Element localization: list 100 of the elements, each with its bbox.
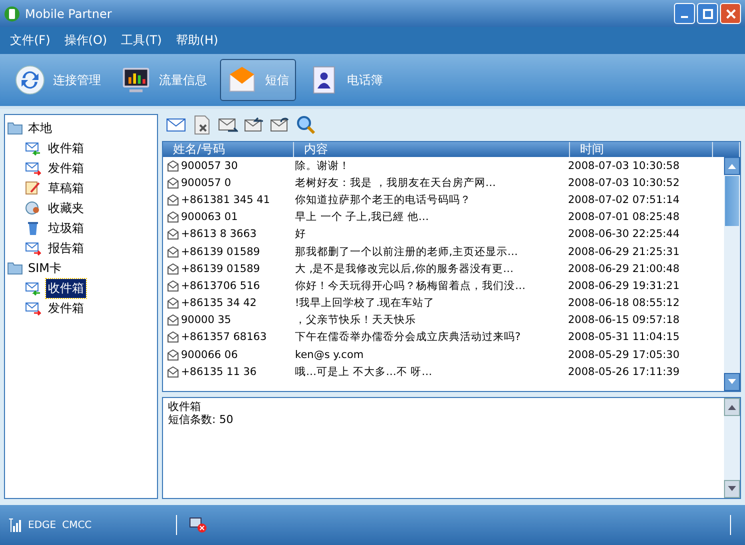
opened-envelope-icon [167, 348, 179, 361]
close-button[interactable] [720, 3, 741, 24]
sender-number: +86135 11 36 [181, 366, 257, 378]
search-icon[interactable] [296, 115, 316, 135]
minimize-button[interactable] [674, 3, 695, 24]
message-time: 2008-06-18 08:55:12 [567, 297, 681, 310]
scroll-down-icon[interactable] [728, 379, 736, 385]
sender-number: 90000 35 [181, 314, 232, 326]
opened-envelope-icon [167, 297, 179, 310]
message-preview: 好 [294, 227, 307, 242]
message-time: 2008-07-03 10:30:52 [567, 176, 681, 189]
message-row[interactable]: +8613 8 3663 好 2008-06-30 22:25:44 [163, 226, 724, 243]
sender-number: +8613 8 3663 [181, 228, 257, 240]
message-preview: 老树好友：我是 ，我朋友在天台房产网… [294, 176, 497, 190]
message-row[interactable]: +8613706 516 你好！今天玩得开心吗？杨梅留着点，我们没… 2008-06-29 19:31:21 [163, 277, 724, 294]
sender-number: +861381 345 41 [181, 194, 270, 206]
tree-item[interactable]: 报告箱 [46, 238, 86, 258]
envelope-in-icon [25, 140, 41, 156]
message-time: 2008-05-26 17:11:39 [567, 366, 681, 378]
operator-name: CMCC [62, 520, 92, 530]
minimize-icon [681, 16, 688, 18]
message-preview: 早上 一个 子上,我已經 他… [294, 210, 430, 224]
column-header[interactable]: 姓名/号码 [163, 142, 294, 157]
message-time: 2008-07-02 07:51:14 [567, 194, 681, 206]
message-row[interactable]: 900066 06 ken@s y.com 2008-05-29 17:05:30 [163, 346, 724, 364]
envelope-out-icon [25, 160, 41, 176]
message-row[interactable]: +86139 01589 那我都删了一个以前注册的老师,主页还显示… 2008-06-29 21:25:31 [163, 242, 724, 260]
tree-item[interactable]: 发件箱 [46, 158, 86, 178]
sender-number: +86135 34 42 [181, 297, 257, 310]
message-time: 2008-06-29 21:00:48 [567, 262, 681, 275]
menu-item[interactable]: 帮助(H) [176, 32, 218, 49]
opened-envelope-icon [167, 194, 179, 206]
phone-icon [4, 6, 20, 22]
message-time: 2008-07-03 10:30:58 [567, 160, 681, 172]
message-time: 2008-06-29 19:31:21 [567, 280, 681, 292]
message-time: 2008-05-29 17:05:30 [567, 348, 681, 361]
menu-item[interactable]: 操作(O) [64, 32, 108, 49]
scroll-thumb[interactable] [725, 176, 739, 226]
trash-icon [25, 220, 41, 236]
opened-envelope-icon [167, 331, 179, 344]
tree-item[interactable]: 发件箱 [46, 298, 86, 318]
folder-icon [7, 260, 23, 276]
tree-item[interactable]: 垃圾箱 [46, 218, 86, 238]
envelope-out-icon [25, 300, 41, 316]
message-row[interactable]: 90000 35 ，父亲节快乐！天天快乐 2008-06-15 09:57:18 [163, 312, 724, 329]
tree-item[interactable]: 收件箱 [46, 278, 86, 298]
message-row[interactable]: +86135 11 36 哦…可是上 不大多…不 呀… 2008-05-26 17:11:39 [163, 363, 724, 380]
sender-number: +86139 01589 [181, 246, 260, 258]
message-row[interactable]: +86135 34 42 !我早上回学校了.现在车站了 2008-06-18 08:55:12 [163, 294, 724, 312]
column-header[interactable]: 时间 [570, 142, 713, 157]
opened-envelope-icon [167, 160, 179, 172]
disconnected-computer-icon [188, 517, 207, 533]
tree-item[interactable]: 草稿箱 [46, 178, 86, 198]
message-time: 2008-07-01 08:25:48 [567, 211, 681, 224]
maximize-icon [702, 8, 712, 18]
opened-envelope-icon [167, 280, 179, 292]
preview-title: 收件箱 [168, 400, 202, 413]
message-preview: 你好！今天玩得开心吗？杨梅留着点，我们没… [294, 278, 526, 293]
opened-envelope-icon [167, 366, 179, 378]
message-row[interactable]: +861381 345 41 你知道拉萨那个老王的电话号码吗？ 2008-07-02 07:51:14 [163, 191, 724, 209]
menu-item[interactable]: 工具(T) [121, 32, 162, 49]
message-row[interactable]: 900057 30 除。谢谢！ 2008-07-03 10:30:58 [163, 157, 724, 174]
menu-item[interactable]: 文件(F) [10, 32, 50, 49]
opened-envelope-icon [167, 262, 179, 275]
scroll-up-icon[interactable] [728, 404, 736, 410]
scroll-up-icon[interactable] [728, 163, 736, 169]
message-preview: ，父亲节快乐！天天快乐 [294, 313, 417, 328]
scrollbar[interactable] [724, 157, 740, 391]
tree-item[interactable]: 收藏夹 [46, 198, 86, 218]
close-icon [726, 8, 736, 18]
sync-icon [15, 65, 45, 95]
scroll-down-icon[interactable] [728, 486, 736, 492]
opened-envelope-icon [167, 314, 179, 326]
delete-icon[interactable] [192, 115, 212, 135]
message-preview: !我早上回学校了.现在车站了 [294, 296, 436, 310]
message-row[interactable]: 900057 0 老树好友：我是 ，我朋友在天台房产网… 2008-07-03 10:30:52 [163, 174, 724, 192]
sender-number: 900063 01 [181, 211, 238, 224]
sender-number: +8613706 516 [181, 280, 260, 292]
tree-item[interactable]: 本地 [7, 118, 155, 138]
message-row[interactable]: +86139 01589 大 ,是不是我修改完以后,你的服务器没有更… 2008-06-29 21:00:48 [163, 260, 724, 278]
network-type: EDGE [28, 520, 56, 530]
message-row[interactable]: 900063 01 早上 一个 子上,我已經 他… 2008-07-01 08:25:48 [163, 208, 724, 226]
column-header[interactable]: 内容 [294, 142, 570, 157]
tree-item[interactable]: SIM卡 [7, 258, 155, 278]
sender-number: +861357 68163 [181, 331, 267, 344]
message-time: 2008-06-15 09:57:18 [567, 314, 681, 326]
folder-icon [7, 120, 23, 136]
bar-chart-monitor-icon [121, 65, 151, 95]
message-preview: 除。谢谢！ [294, 158, 351, 173]
message-time: 2008-06-29 21:25:31 [567, 246, 681, 258]
tree-item[interactable]: 收件箱 [46, 138, 86, 158]
message-preview: 大 ,是不是我修改完以后,你的服务器没有更… [294, 262, 515, 276]
window-title: Mobile Partner [25, 6, 113, 20]
message-preview: 下午在儒岙举办儒岙分会成立庆典活动过来吗? [294, 330, 522, 344]
maximize-button[interactable] [697, 3, 718, 24]
scrollbar[interactable] [724, 398, 740, 498]
sender-number: +86139 01589 [181, 262, 260, 275]
message-row[interactable]: +861357 68163 下午在儒岙举办儒岙分会成立庆典活动过来吗? 2008-05-31 11:04:15 [163, 328, 724, 346]
sender-number: 900057 30 [181, 160, 238, 172]
message-time: 2008-06-30 22:25:44 [567, 228, 681, 240]
